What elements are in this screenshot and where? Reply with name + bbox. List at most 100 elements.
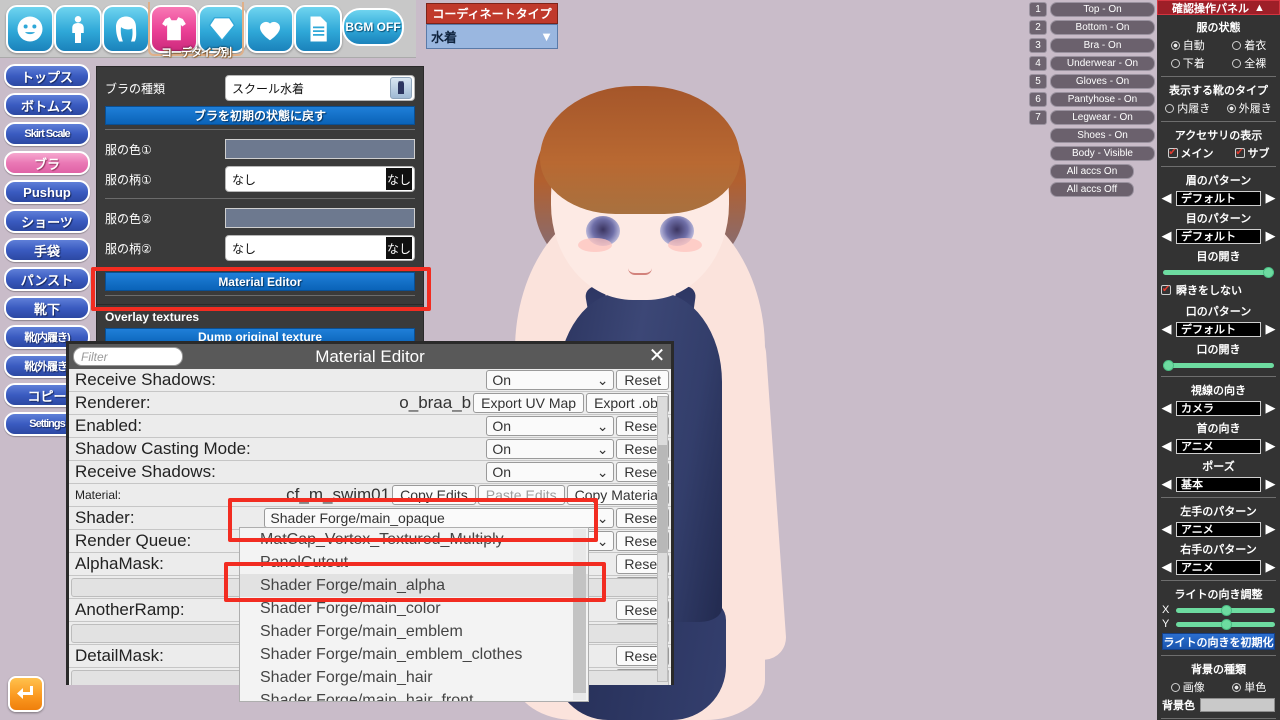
bra-type-field[interactable]: スクール水着 [225,75,415,101]
prev-arrow-icon[interactable]: ◀ [1160,321,1173,337]
export-uv-map-button[interactable]: Export UV Map [473,393,585,413]
next-arrow-icon[interactable]: ▶ [1264,321,1277,337]
bgm-toggle-button[interactable]: BGM OFF [342,8,404,46]
sidebar-item-6[interactable]: 手袋 [4,238,90,262]
cloth-pattern-2-field[interactable]: なし なし [225,235,415,261]
paste-edits-button[interactable]: Paste Edits [477,485,565,505]
sidebar-item-1[interactable]: ボトムス [4,93,90,117]
file-icon[interactable] [294,5,342,53]
clothing-state-radio-1[interactable]: 着衣 [1232,37,1266,53]
face-icon[interactable] [6,5,54,53]
shader-dropdown-scroll-thumb[interactable] [573,565,586,693]
light-slider-Y[interactable] [1176,618,1275,630]
shader-option-5[interactable]: Shader Forge/main_emblem_clothes [240,643,588,666]
state-toggle-2[interactable]: Bra - On [1050,38,1155,53]
shader-option-1[interactable]: PanelCutout [240,551,588,574]
state-toggle-4[interactable]: Gloves - On [1050,74,1155,89]
collapse-icon[interactable]: ▲ [1254,2,1265,14]
body-icon[interactable] [54,5,102,53]
next-arrow-icon[interactable]: ▶ [1264,476,1277,492]
radio-indicator[interactable] [1165,103,1175,113]
cloth-pattern-1-field[interactable]: なし なし [225,166,415,192]
shoe-type-radio-1[interactable]: 外履き [1226,100,1272,116]
next-arrow-icon[interactable]: ▶ [1264,521,1277,537]
material-editor-select[interactable]: On ⌄ [486,462,615,482]
radio-indicator[interactable] [1232,682,1242,692]
shader-option-7[interactable]: Shader Forge/main_hair_front [240,689,588,702]
state-toggle-5[interactable]: Pantyhose - On [1050,92,1155,107]
favorite-icon[interactable] [246,5,294,53]
state-toggle-0[interactable]: Top - On [1050,2,1155,17]
material-editor-select[interactable]: On ⌄ [486,370,615,390]
hand-spinner-0[interactable]: ◀ アニメ ▶ [1157,521,1280,537]
material-editor-select[interactable]: On ⌄ [486,439,615,459]
prev-arrow-icon[interactable]: ◀ [1160,400,1173,416]
mouth-pattern-spinner[interactable]: ◀ デフォルト ▶ [1157,321,1280,337]
accessory-checkbox[interactable]: ✔ [1167,148,1178,158]
return-icon[interactable] [8,676,44,712]
sidebar-item-0[interactable]: トップス [4,64,90,88]
state-toggle-7[interactable]: Shoes - On [1050,128,1155,143]
prev-arrow-icon[interactable]: ◀ [1160,476,1173,492]
sidebar-item-5[interactable]: ショーツ [4,209,90,233]
shader-option-2[interactable]: Shader Forge/main_alpha [240,574,588,597]
background-radio-0[interactable]: 画像 [1170,679,1205,695]
sidebar-item-8[interactable]: 靴下 [4,296,90,320]
mouth-open-slider[interactable] [1163,359,1274,371]
reset-bra-button[interactable]: ブラを初期の状態に戻す [105,106,415,125]
radio-indicator[interactable] [1232,40,1242,50]
pattern-spinner-1[interactable]: ◀ デフォルト ▶ [1157,228,1280,244]
prev-arrow-icon[interactable]: ◀ [1160,228,1173,244]
next-arrow-icon[interactable]: ▶ [1264,400,1277,416]
shader-option-4[interactable]: Shader Forge/main_emblem [240,620,588,643]
next-arrow-icon[interactable]: ▶ [1264,438,1277,454]
eye-open-slider[interactable] [1163,266,1274,278]
cloth-color-1-swatch[interactable] [225,139,415,159]
clothing-state-radio-0[interactable]: 自動 [1170,37,1205,53]
coordinate-type-dropdown[interactable]: 水着 ▼ [426,24,558,49]
copy-material-button[interactable]: Copy Material [566,485,669,505]
light-slider-X[interactable] [1176,604,1275,616]
background-radio-1[interactable]: 単色 [1232,679,1266,695]
radio-indicator[interactable] [1170,682,1180,692]
sidebar-item-4[interactable]: Pushup [4,180,90,204]
shoe-type-radio-0[interactable]: 内履き [1165,100,1210,116]
accessory-checkbox[interactable]: ✔ [1234,148,1245,158]
sidebar-item-2[interactable]: Skirt Scale [4,122,90,146]
pattern-spinner-0[interactable]: ◀ デフォルト ▶ [1157,190,1280,206]
sidebar-item-3[interactable]: ブラ [4,151,90,175]
direction-spinner-1[interactable]: ◀ アニメ ▶ [1157,438,1280,454]
all-accs-off-button[interactable]: All accs Off [1050,182,1134,197]
radio-indicator[interactable] [1170,58,1180,68]
hair-icon[interactable] [102,5,150,53]
clothing-state-radio-1[interactable]: 全裸 [1232,55,1266,71]
prev-arrow-icon[interactable]: ◀ [1160,521,1173,537]
shader-dropdown-scrollbar[interactable] [573,529,586,700]
shader-option-3[interactable]: Shader Forge/main_color [240,597,588,620]
cloth-color-2-swatch[interactable] [225,208,415,228]
light-reset-button[interactable]: ライトの向きを初期化 [1162,633,1275,650]
material-editor-select[interactable]: Shader Forge/main_opaque ⌄ [264,508,615,528]
radio-indicator[interactable] [1232,58,1242,68]
prev-arrow-icon[interactable]: ◀ [1160,190,1173,206]
slider-knob[interactable] [1220,618,1232,630]
accessory-check-0[interactable]: ✔ メイン [1167,145,1214,161]
direction-spinner-0[interactable]: ◀ カメラ ▶ [1157,400,1280,416]
material-editor-scroll-thumb[interactable] [658,445,667,553]
material-editor-scrollbar[interactable] [657,396,668,682]
shader-option-6[interactable]: Shader Forge/main_hair [240,666,588,689]
material-editor-select[interactable]: On ⌄ [486,416,615,436]
material-editor-button[interactable]: Material Editor [105,272,415,291]
state-toggle-1[interactable]: Bottom - On [1050,20,1155,35]
options-panel-header[interactable]: 確認操作パネル ▲ [1157,0,1280,15]
state-toggle-3[interactable]: Underwear - On [1050,56,1155,71]
sidebar-item-7[interactable]: パンスト [4,267,90,291]
copy-edits-button[interactable]: Copy Edits [392,485,476,505]
no-blink-checkbox[interactable]: ✔ [1161,285,1171,295]
state-toggle-6[interactable]: Legwear - On [1050,110,1155,125]
radio-indicator[interactable] [1170,40,1180,50]
slider-knob[interactable] [1263,266,1274,278]
radio-indicator[interactable] [1226,103,1236,113]
prev-arrow-icon[interactable]: ◀ [1160,559,1173,575]
all-accs-on-button[interactable]: All accs On [1050,164,1134,179]
